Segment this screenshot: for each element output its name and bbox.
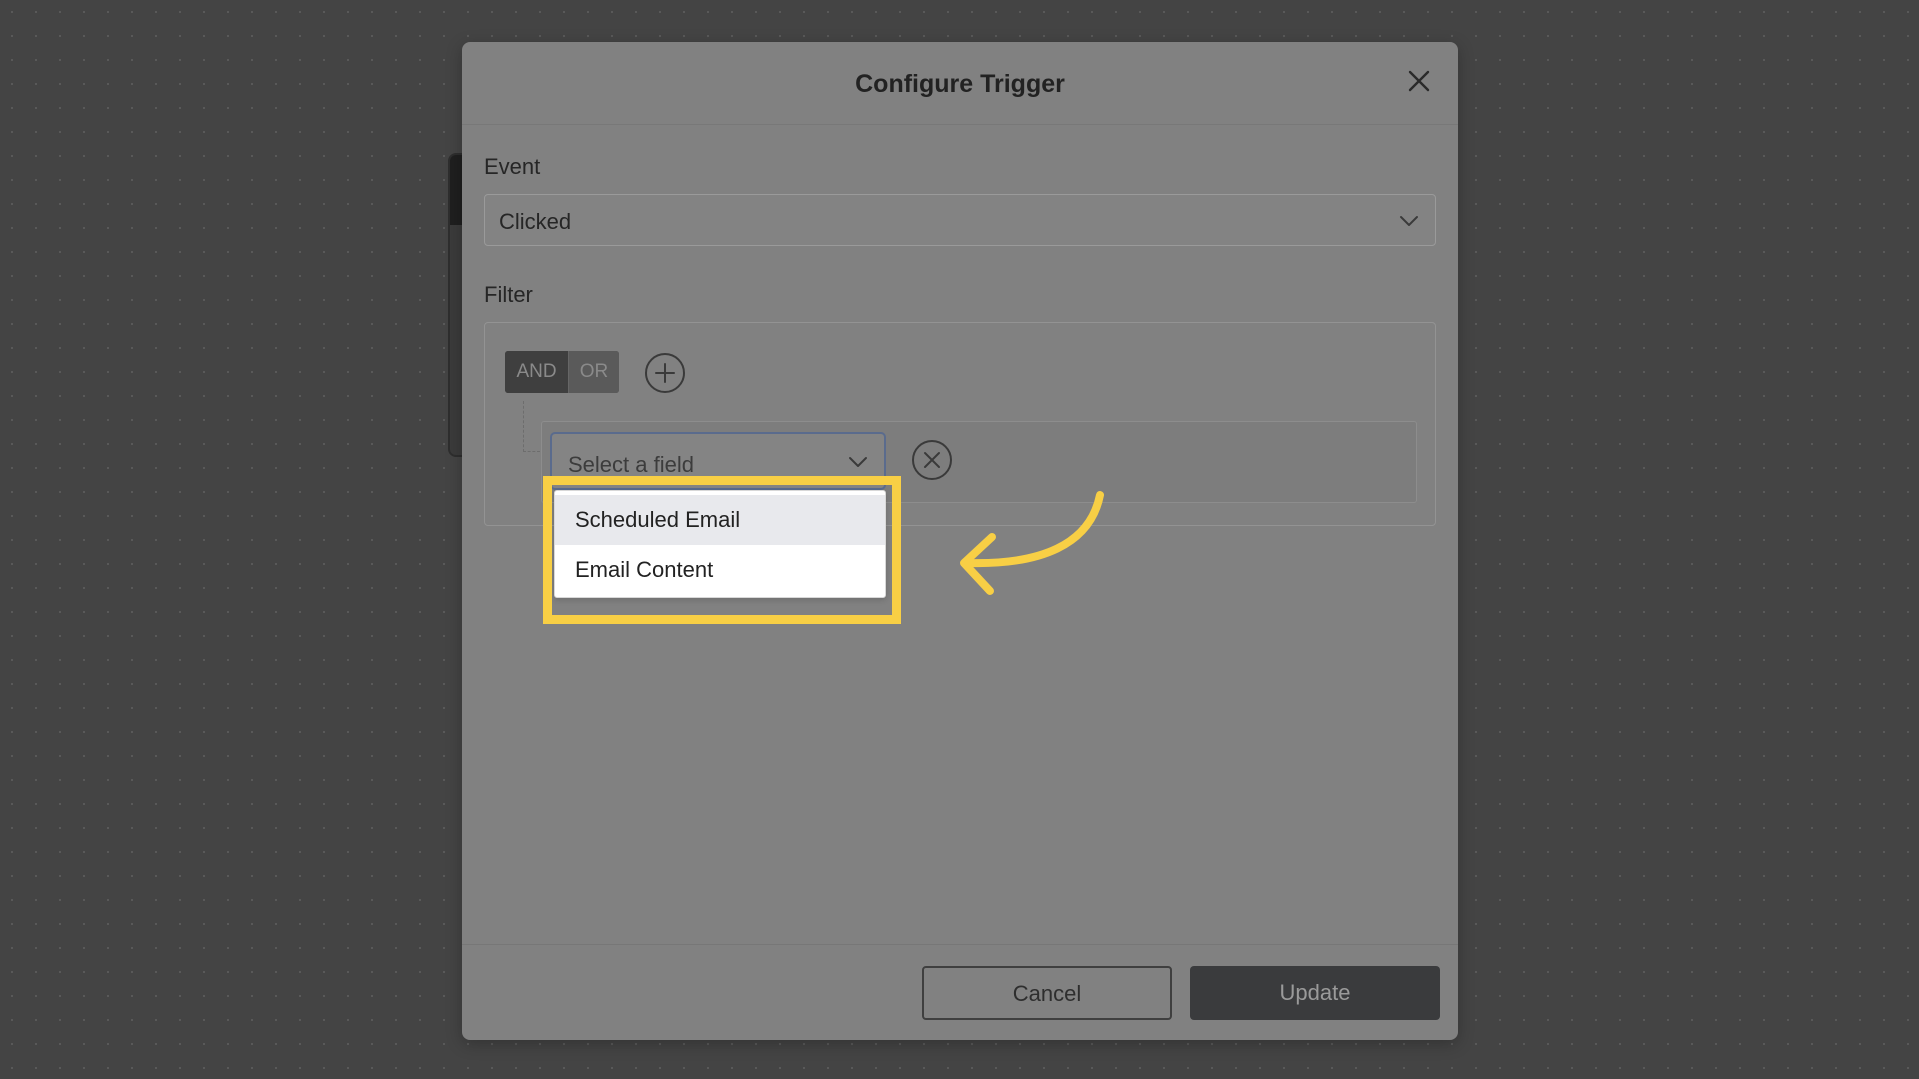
annotation-highlight-frame <box>543 476 901 624</box>
curved-arrow-icon <box>960 491 1104 595</box>
rule-tree-connector <box>523 401 540 452</box>
modal-header: Configure Trigger <box>462 42 1458 125</box>
close-icon[interactable] <box>1402 64 1436 98</box>
footer-divider <box>462 944 1458 945</box>
chevron-down-icon <box>849 457 867 467</box>
close-circle-icon[interactable] <box>910 438 954 482</box>
event-label: Event <box>484 154 541 179</box>
event-select[interactable]: Clicked <box>484 194 1436 246</box>
or-toggle-button[interactable]: OR <box>569 351 619 393</box>
cancel-button[interactable]: Cancel <box>922 966 1172 1020</box>
filter-label: Filter <box>484 282 533 307</box>
modal-title: Configure Trigger <box>855 70 1065 98</box>
update-button[interactable]: Update <box>1190 966 1440 1020</box>
event-select-value: Clicked <box>499 209 572 234</box>
field-select-placeholder: Select a field <box>568 452 694 477</box>
chevron-down-icon <box>1400 216 1418 226</box>
logic-toggle: AND OR <box>505 351 619 393</box>
and-toggle-button[interactable]: AND <box>505 351 569 393</box>
plus-circle-icon[interactable] <box>643 351 687 395</box>
